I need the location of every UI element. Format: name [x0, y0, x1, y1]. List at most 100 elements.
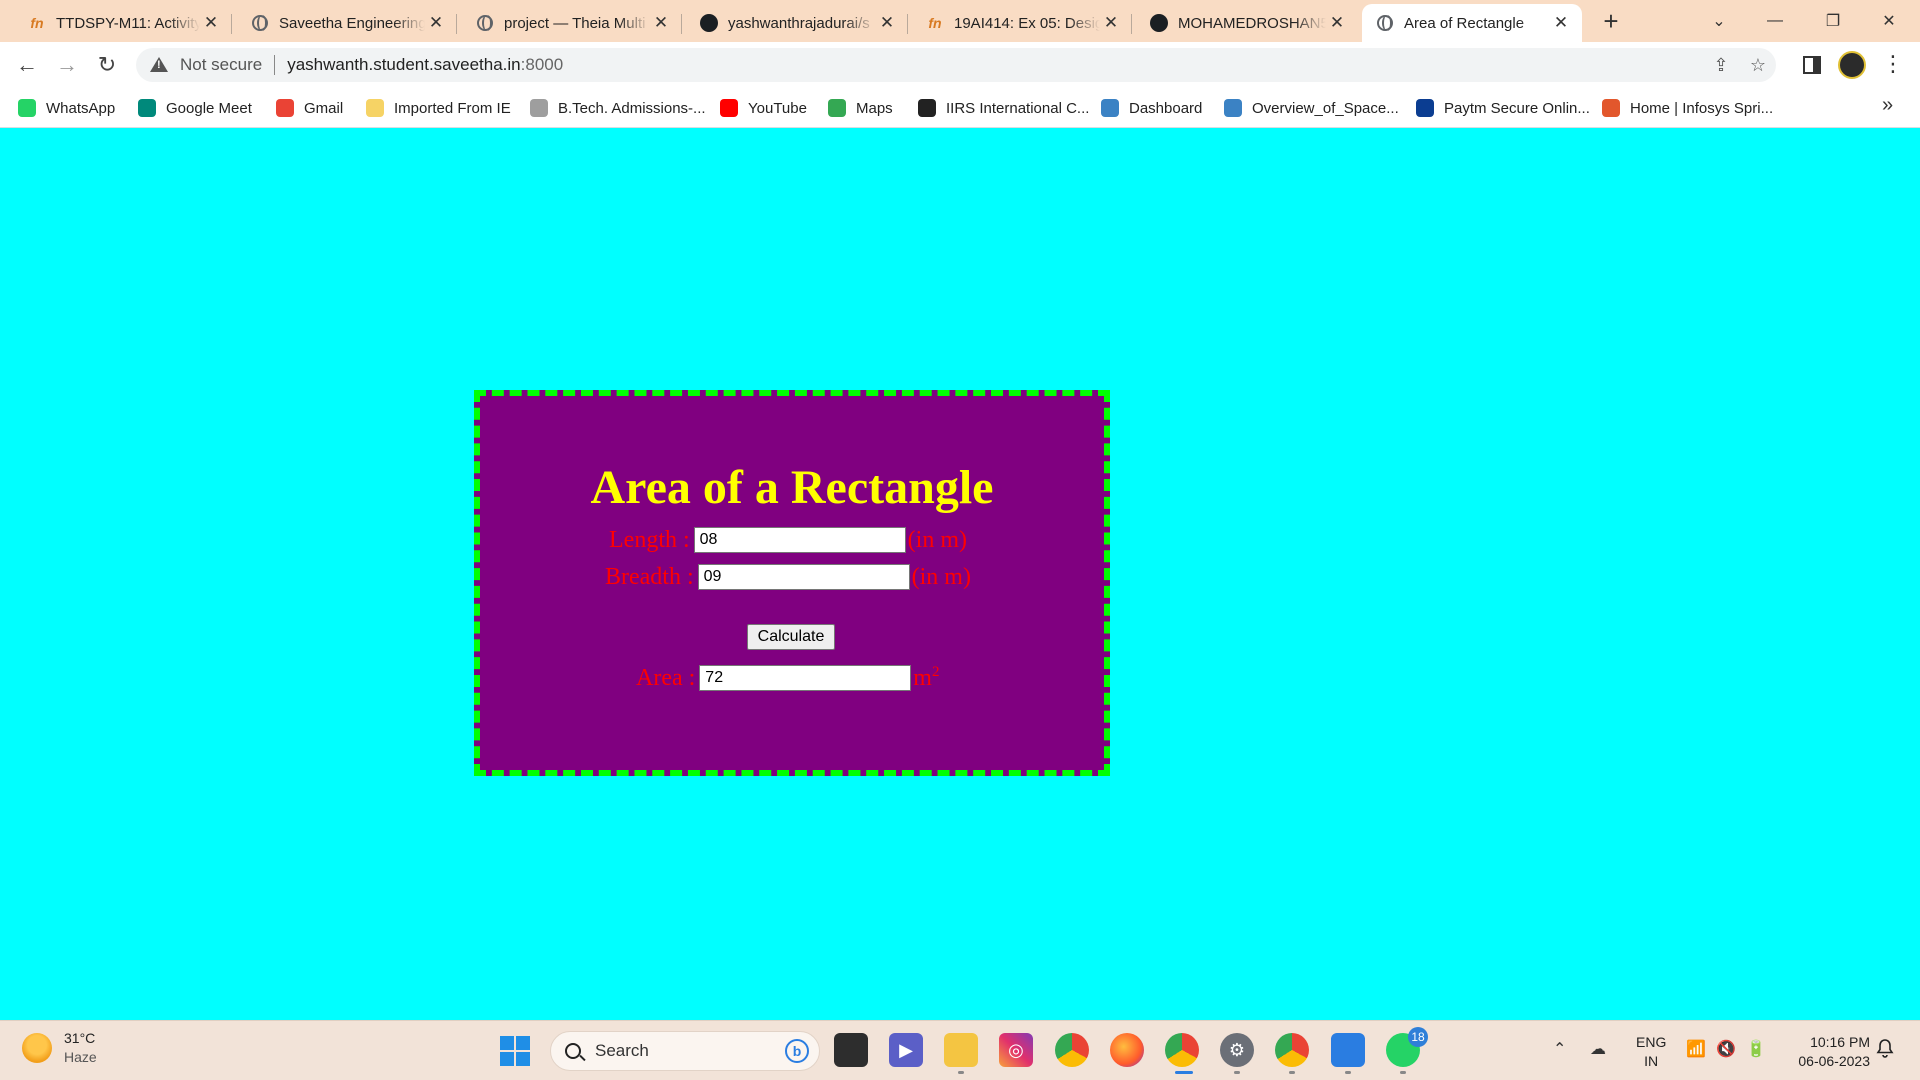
url-text[interactable]: yashwanth.student.saveetha.in:8000 — [287, 55, 563, 75]
taskbar-search[interactable]: Search b — [550, 1031, 820, 1071]
bookmarks-overflow-icon[interactable]: » — [1882, 94, 1893, 117]
chrome-alt-profile-icon[interactable] — [1275, 1033, 1309, 1067]
breadth-row: Breadth : (in m) — [605, 563, 971, 591]
minimize-button[interactable]: — — [1752, 6, 1798, 36]
bookmark-google-meet[interactable]: Google Meet — [138, 96, 252, 120]
wifi-icon[interactable]: 📶 — [1686, 1039, 1706, 1059]
length-input[interactable] — [693, 527, 906, 553]
area-row: Area : m2 — [636, 664, 939, 692]
bing-icon[interactable]: b — [785, 1039, 809, 1063]
close-icon[interactable]: ✕ — [650, 12, 672, 34]
close-icon[interactable]: ✕ — [1100, 12, 1122, 34]
tab-title: Saveetha Engineering — [279, 14, 425, 32]
firefox-icon[interactable] — [1110, 1033, 1144, 1067]
bookmark-dashboard[interactable]: Dashboard — [1101, 96, 1202, 120]
battery-icon[interactable]: 🔋 — [1746, 1039, 1766, 1059]
teams-chat-icon[interactable]: ▶ — [889, 1033, 923, 1067]
close-icon[interactable]: ✕ — [876, 12, 898, 34]
language-indicator[interactable]: ENG IN — [1636, 1033, 1666, 1071]
bookmark-label: Imported From IE — [394, 99, 511, 117]
new-tab-button[interactable]: + — [1597, 8, 1625, 36]
menu-kebab-icon[interactable]: ⋮ — [1882, 52, 1904, 78]
taskbar: 31°C Haze Search b ▶ ◎ ⚙ 18 ⌃ ☁ ENG IN 📶… — [0, 1020, 1920, 1080]
restore-button[interactable]: ❐ — [1810, 6, 1856, 36]
chevron-up-icon[interactable]: ⌃ — [1553, 1039, 1566, 1059]
close-icon[interactable]: ✕ — [1550, 12, 1572, 34]
breadth-input[interactable] — [697, 564, 910, 590]
tab-2[interactable]: project — Theia Multi ✕ — [462, 4, 682, 42]
tab-title: Area of Rectangle — [1404, 14, 1525, 32]
clock-time: 10:16 PM — [1810, 1034, 1870, 1050]
address-bar[interactable]: Not secure yashwanth.student.saveetha.in… — [136, 48, 1776, 82]
star-icon[interactable]: ☆ — [1743, 48, 1773, 82]
bookmark-maps[interactable]: Maps — [828, 96, 893, 120]
chrome-profile-icon[interactable] — [1165, 1033, 1199, 1067]
tab-separator — [681, 14, 682, 34]
side-panel-icon[interactable] — [1803, 56, 1821, 74]
tab-3[interactable]: yashwanthrajadurai/s ✕ — [686, 4, 908, 42]
system-clock[interactable]: 10:16 PM 06-06-2023 — [1780, 1033, 1870, 1071]
calculate-button[interactable]: Calculate — [747, 624, 835, 650]
tab-1[interactable]: Saveetha Engineering ✕ — [237, 4, 457, 42]
breadth-label: Breadth : — [605, 563, 694, 590]
fn-icon: fn — [30, 15, 44, 31]
bookmark-whatsapp[interactable]: WhatsApp — [18, 96, 115, 120]
settings-gear-icon[interactable]: ⚙ — [1220, 1033, 1254, 1067]
breadth-unit: (in m) — [911, 563, 971, 590]
tab-active[interactable]: Area of Rectangle ✕ — [1362, 4, 1582, 42]
photos-app-icon[interactable] — [1331, 1033, 1365, 1067]
tab-strip: fn TTDSPY-M11: Activity ✕ Saveetha Engin… — [0, 0, 1920, 42]
weather-widget[interactable]: 31°C Haze — [22, 1029, 97, 1067]
area-unit: m2 — [913, 663, 940, 692]
speaker-muted-icon[interactable]: 🔇 — [1716, 1039, 1736, 1059]
btech-admissions-icon — [530, 99, 548, 117]
github-icon — [700, 14, 718, 32]
chrome-icon[interactable] — [1055, 1033, 1089, 1067]
tab-4[interactable]: fn 19AI414: Ex 05: Desig ✕ — [912, 4, 1132, 42]
weather-condition: Haze — [64, 1049, 97, 1065]
area-unit-exponent: 2 — [931, 663, 940, 680]
bookmark-imported-from-ie[interactable]: Imported From IE — [366, 96, 511, 120]
tab-search-chevron-icon[interactable]: ⌄ — [1696, 6, 1742, 36]
task-view-icon[interactable] — [834, 1033, 868, 1067]
tab-0[interactable]: fn TTDSPY-M11: Activity ✕ — [14, 4, 232, 42]
close-window-button[interactable]: ✕ — [1866, 6, 1912, 36]
close-icon[interactable]: ✕ — [200, 12, 222, 34]
fn-icon: fn — [928, 15, 942, 31]
google-meet-icon — [138, 99, 156, 117]
windows-start-icon[interactable] — [500, 1036, 530, 1066]
reload-icon[interactable]: ↻ — [92, 50, 122, 80]
forward-arrow-icon[interactable]: → — [52, 50, 82, 80]
security-status[interactable]: Not secure — [180, 55, 262, 75]
bookmark-paytm-secure[interactable]: Paytm Secure Onlin... — [1416, 96, 1590, 120]
onedrive-cloud-icon[interactable]: ☁ — [1590, 1039, 1606, 1059]
page-content: Area of a Rectangle Length : (in m) Brea… — [0, 128, 1920, 1020]
share-icon[interactable]: ⇪ — [1706, 48, 1736, 82]
file-explorer-icon[interactable] — [944, 1033, 978, 1067]
region-code: IN — [1644, 1053, 1659, 1069]
area-output[interactable] — [699, 665, 912, 691]
running-indicator — [1400, 1071, 1406, 1074]
weather-haze-icon — [22, 1033, 52, 1063]
bookmark-btech-admissions[interactable]: B.Tech. Admissions-... — [530, 96, 706, 120]
active-app-indicator — [1175, 1071, 1193, 1074]
warning-icon[interactable] — [150, 57, 168, 73]
address-divider — [274, 55, 276, 75]
tab-5[interactable]: MOHAMEDROSHAN5 ✕ — [1136, 4, 1358, 42]
bookmark-iirs-international[interactable]: IIRS International C... — [918, 96, 1089, 120]
bookmark-infosys-springboard[interactable]: Home | Infosys Spri... — [1602, 96, 1773, 120]
profile-avatar[interactable] — [1838, 51, 1866, 79]
instagram-icon[interactable]: ◎ — [999, 1033, 1033, 1067]
whatsapp-icon[interactable]: 18 — [1386, 1027, 1428, 1067]
length-label: Length : — [609, 526, 690, 553]
notification-bell-icon[interactable] — [1876, 1039, 1894, 1059]
bookmark-youtube[interactable]: YouTube — [720, 96, 807, 120]
bookmark-overview-of-space[interactable]: Overview_of_Space... — [1224, 96, 1399, 120]
close-icon[interactable]: ✕ — [425, 12, 447, 34]
back-arrow-icon[interactable]: ← — [12, 50, 42, 80]
running-indicator — [1345, 1071, 1351, 1074]
bookmark-label: WhatsApp — [46, 99, 116, 117]
bookmark-gmail[interactable]: Gmail — [276, 96, 343, 120]
close-icon[interactable]: ✕ — [1326, 12, 1348, 34]
length-unit: (in m) — [907, 526, 967, 553]
